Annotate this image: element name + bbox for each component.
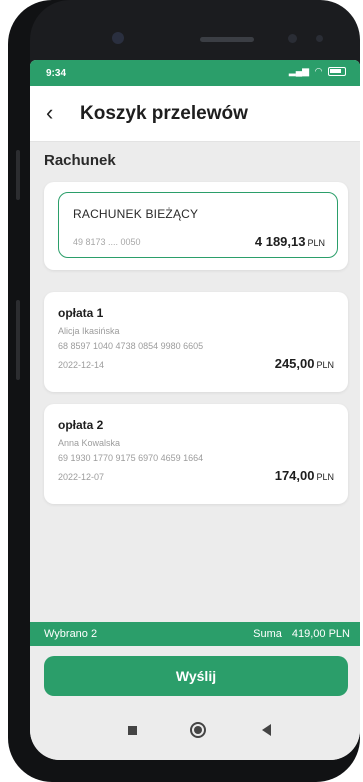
transfer-amount-value: 245,00 <box>274 356 315 371</box>
battery-icon <box>328 67 346 76</box>
home-icon[interactable] <box>190 722 206 738</box>
transfer-title: opłata 2 <box>58 418 104 432</box>
phone-bezel <box>30 0 360 62</box>
transfer-account-number: 69 1930 1770 9175 6970 4659 1664 <box>58 453 204 463</box>
phone-side-button <box>16 150 20 200</box>
phone-frame: 9:34 ▂▄▆ ◠ ‹ Koszyk przelewów Rachunek R… <box>8 0 360 782</box>
transfer-currency: PLN <box>316 472 334 482</box>
page-title: Koszyk przelewów <box>80 103 248 124</box>
transfer-recipient: Anna Kowalska <box>58 438 121 448</box>
transfer-account-number: 68 8597 1040 4738 0854 9980 6605 <box>58 341 204 351</box>
account-selected-box[interactable]: RACHUNEK BIEŻĄCY 49 8173 .... 0050 4 189… <box>58 192 338 258</box>
account-card[interactable]: RACHUNEK BIEŻĄCY 49 8173 .... 0050 4 189… <box>44 182 348 270</box>
summary-total: Suma 419,00 PLN <box>253 628 350 640</box>
back-triangle-icon[interactable] <box>262 724 271 736</box>
summary-bar: Wybrano 2 Suma 419,00 PLN <box>30 622 360 646</box>
sensor-icon <box>316 35 323 42</box>
system-nav-bar <box>30 708 360 760</box>
status-time: 9:34 <box>46 68 67 79</box>
transfer-date: 2022-12-07 <box>58 472 105 482</box>
page-header: ‹ Koszyk przelewów <box>30 86 360 142</box>
transfer-amount: 245,00 PLN <box>275 356 334 371</box>
transfer-amount: 174,00 PLN <box>275 468 334 483</box>
account-currency: PLN <box>307 238 325 248</box>
status-icons: ▂▄▆ ◠ <box>289 66 346 77</box>
sum-label: Suma <box>253 628 282 640</box>
transfer-amount-value: 174,00 <box>274 468 315 483</box>
speaker-grille <box>200 37 254 42</box>
account-name: RACHUNEK BIEŻĄCY <box>73 207 199 221</box>
chevron-left-icon[interactable]: ‹ <box>46 102 53 124</box>
transfer-title: opłata 1 <box>58 306 104 320</box>
transfer-card[interactable]: opłata 2 Anna Kowalska 69 1930 1770 9175… <box>44 404 348 504</box>
camera-icon <box>112 32 124 44</box>
section-label: Rachunek <box>44 152 116 169</box>
selected-count: Wybrano 2 <box>44 628 98 640</box>
transfer-date: 2022-12-14 <box>58 360 105 370</box>
recent-apps-icon[interactable] <box>128 726 137 735</box>
phone-side-button <box>16 300 20 380</box>
account-balance: 4 189,13 PLN <box>255 234 325 249</box>
account-balance-value: 4 189,13 <box>254 234 306 249</box>
transfer-recipient: Alicja Ikasińska <box>58 326 120 336</box>
transfer-currency: PLN <box>316 360 334 370</box>
signal-icon: ▂▄▆ <box>288 66 310 76</box>
status-bar: 9:34 ▂▄▆ ◠ <box>30 60 360 86</box>
sensor-icon <box>288 34 297 43</box>
app-screen: 9:34 ▂▄▆ ◠ ‹ Koszyk przelewów Rachunek R… <box>30 60 360 760</box>
wifi-icon: ◠ <box>315 66 322 76</box>
send-button[interactable]: Wyślij <box>44 656 348 696</box>
sum-value: 419,00 PLN <box>291 628 350 640</box>
transfer-card[interactable]: opłata 1 Alicja Ikasińska 68 8597 1040 4… <box>44 292 348 392</box>
account-number: 49 8173 .... 0050 <box>73 237 141 247</box>
